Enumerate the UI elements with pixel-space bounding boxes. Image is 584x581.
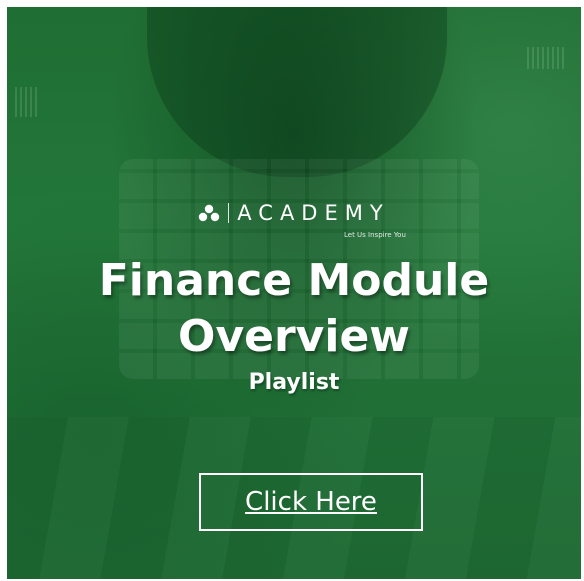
brand-divider xyxy=(228,203,230,223)
brand-name: ACADEMY xyxy=(237,201,390,225)
click-here-button[interactable]: Click Here xyxy=(199,473,423,531)
page-title: Finance Module Overview xyxy=(7,253,581,365)
background-waveform-graphic-left xyxy=(15,87,39,117)
title-line-2: Overview xyxy=(178,311,410,362)
background-waveform-graphic xyxy=(527,47,567,69)
title-line-1: Finance Module xyxy=(98,255,490,306)
playlist-banner[interactable]: ACADEMY Let Us Inspire You Finance Modul… xyxy=(7,7,581,579)
background-person-silhouette xyxy=(147,7,447,177)
academy-brand: ACADEMY xyxy=(7,201,581,226)
tri-circle-logo-icon xyxy=(199,204,220,222)
page-subtitle: Playlist xyxy=(248,370,340,395)
click-here-label[interactable]: Click Here xyxy=(245,487,377,517)
brand-tagline: Let Us Inspire You xyxy=(344,231,406,239)
